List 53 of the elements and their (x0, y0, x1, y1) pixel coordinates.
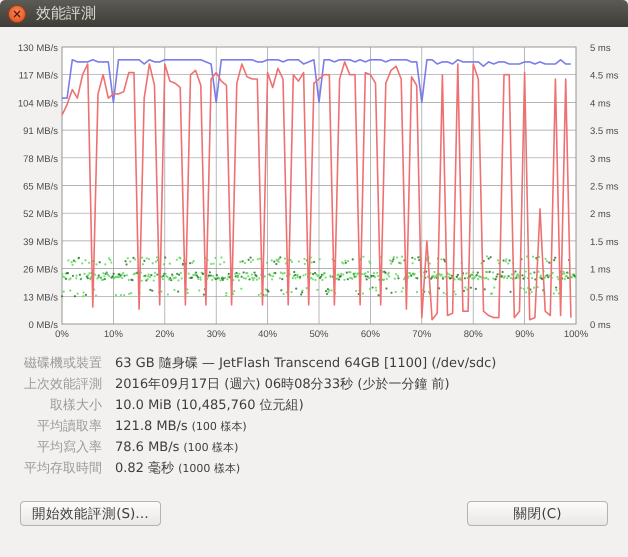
x-axis-label: 60% (360, 329, 380, 340)
detail-label: 平均寫入率 (36, 439, 102, 456)
y-axis-label: 3 ms (590, 154, 611, 165)
y-axis-label: 104 MB/s (18, 98, 58, 110)
x-axis-label: 30% (206, 329, 226, 340)
y-axis-label: 4.5 ms (590, 70, 619, 82)
detail-value: 2016年09月17日 (週六) 06時08分33秒 (少於一分鐘 前) (115, 376, 450, 393)
y-axis-label: 78 MB/s (23, 154, 58, 165)
y-axis-label: 2 ms (590, 209, 611, 220)
y-axis-label: 65 MB/s (23, 182, 58, 192)
y-axis-label: 39 MB/s (23, 236, 58, 248)
y-axis-label: 1.5 ms (590, 236, 619, 248)
x-axis-label: 40% (258, 329, 278, 340)
detail-value: 63 GB 隨身碟 — JetFlash Transcend 64GB [1100] (/dev/sdc) (115, 355, 496, 372)
y-axis-label: 4 ms (590, 98, 611, 110)
y-axis-label: 0 MB/s (28, 320, 58, 331)
y-axis-label: 1 ms (590, 264, 611, 276)
y-axis-label: 3.5 ms (590, 126, 619, 138)
detail-label: 磁碟機或裝置 (23, 355, 102, 372)
sample-count: (100 樣本) (183, 440, 238, 456)
x-axis-label: 20% (155, 329, 174, 340)
detail-label: 上次效能評測 (23, 376, 102, 393)
start-benchmark-button[interactable]: 開始效能評測(S)… (20, 501, 161, 526)
y-axis-label: 26 MB/s (23, 264, 58, 276)
detail-value: 78.6 MB/s (115, 439, 180, 456)
y-axis-label: 0 ms (590, 320, 611, 331)
x-axis-label: 10% (104, 329, 123, 340)
close-dialog-button[interactable]: 關閉(C) (467, 501, 608, 526)
detail-value: 10.0 MiB (10,485,760 位元組) (115, 397, 304, 414)
y-axis-label: 5 ms (590, 43, 611, 54)
x-axis-label: 80% (464, 329, 483, 340)
y-axis-label: 2.5 ms (590, 182, 619, 192)
detail-label: 取樣大小 (49, 397, 102, 414)
x-axis-label: 100% (564, 329, 588, 340)
detail-value: 0.82 毫秒 (115, 460, 174, 477)
y-axis-label: 52 MB/s (23, 209, 58, 220)
y-axis-label: 13 MB/s (23, 292, 58, 304)
x-axis-label: 90% (515, 329, 534, 340)
y-axis-label: 130 MB/s (18, 43, 58, 54)
detail-label: 平均存取時間 (23, 460, 102, 477)
window-title: 效能評測 (36, 4, 96, 23)
sample-count: (1000 樣本) (178, 461, 240, 477)
x-axis-label: 50% (310, 329, 328, 340)
detail-label: 平均讀取率 (36, 418, 102, 435)
x-axis-label: 70% (412, 329, 432, 340)
close-icon (13, 10, 21, 18)
y-axis-label: 0.5 ms (590, 292, 619, 304)
close-button[interactable] (8, 4, 26, 22)
y-axis-label: 117 MB/s (18, 70, 58, 82)
x-axis-label: 0% (55, 329, 69, 340)
sample-count: (100 樣本) (192, 419, 247, 435)
y-axis-label: 91 MB/s (23, 126, 58, 138)
detail-value: 121.8 MB/s (115, 418, 188, 435)
